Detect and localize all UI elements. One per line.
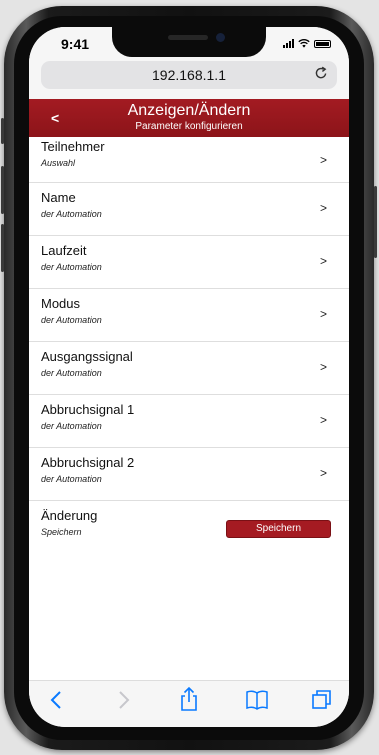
list-item-teilnehmer[interactable]: Teilnehmer Auswahl > [29, 137, 349, 183]
signal-icon [283, 39, 294, 48]
list-item-label: Änderung [41, 508, 98, 523]
mute-switch [1, 118, 4, 144]
chevron-right-icon: > [319, 466, 327, 480]
notch [112, 27, 266, 57]
list-item-laufzeit[interactable]: Laufzeit der Automation > [29, 236, 349, 289]
list-item-label: Teilnehmer [41, 139, 105, 154]
page-title: Anzeigen/Ändern [127, 102, 251, 119]
volume-down-button [1, 224, 4, 272]
list-item-sublabel: der Automation [41, 474, 102, 484]
list-item-sublabel: der Automation [41, 209, 102, 219]
chevron-right-icon: > [319, 254, 327, 268]
list-item-label: Ausgangssignal [41, 349, 133, 364]
url-field[interactable]: 192.168.1.1 [41, 61, 337, 89]
list-item-abbruchsignal-2[interactable]: Abbruchsignal 2 der Automation > [29, 448, 349, 501]
list-item-label: Abbruchsignal 1 [41, 402, 135, 417]
share-icon[interactable] [179, 686, 199, 712]
list-item-label: Laufzeit [41, 243, 87, 258]
list-item-sublabel: der Automation [41, 315, 102, 325]
list-item-sublabel: der Automation [41, 421, 102, 431]
back-arrow-icon[interactable] [49, 690, 63, 710]
url-text: 192.168.1.1 [152, 67, 226, 83]
chevron-right-icon: > [319, 413, 327, 427]
list-item-sublabel: Auswahl [41, 158, 76, 168]
browser-address-bar: 192.168.1.1 [29, 57, 349, 99]
save-button[interactable]: Speichern [226, 520, 331, 538]
phone-screen: 9:41 192.168.1.1 < Anzeigen/Ändern Param… [29, 27, 349, 727]
list-item-aenderung: Änderung Speichern Speichern [29, 501, 349, 554]
bookmarks-icon[interactable] [245, 689, 269, 711]
wifi-icon [298, 39, 310, 48]
forward-arrow-icon[interactable] [117, 690, 131, 710]
list-item-name[interactable]: Name der Automation > [29, 183, 349, 236]
page-subtitle: Parameter konfigurieren [135, 121, 243, 132]
chevron-right-icon: > [319, 360, 327, 374]
parameter-list: Teilnehmer Auswahl > Name der Automation… [29, 137, 349, 554]
app-header: < Anzeigen/Ändern Parameter konfiguriere… [29, 99, 349, 137]
list-item-ausgangssignal[interactable]: Ausgangssignal der Automation > [29, 342, 349, 395]
chevron-right-icon: > [319, 307, 327, 321]
chevron-right-icon: > [319, 153, 327, 167]
volume-up-button [1, 166, 4, 214]
list-item-label: Name [41, 190, 76, 205]
browser-toolbar [29, 680, 349, 727]
reload-icon[interactable] [313, 65, 329, 81]
list-item-label: Abbruchsignal 2 [41, 455, 135, 470]
list-item-sublabel: der Automation [41, 368, 102, 378]
chevron-right-icon: > [319, 201, 327, 215]
tabs-icon[interactable] [311, 688, 333, 710]
status-time: 9:41 [61, 36, 90, 52]
power-button [374, 186, 377, 258]
battery-icon [314, 39, 331, 48]
speaker-grille [168, 35, 208, 40]
list-item-modus[interactable]: Modus der Automation > [29, 289, 349, 342]
front-camera [216, 33, 225, 42]
list-item-abbruchsignal-1[interactable]: Abbruchsignal 1 der Automation > [29, 395, 349, 448]
list-item-sublabel: der Automation [41, 262, 102, 272]
status-icons [283, 39, 331, 48]
list-item-label: Modus [41, 296, 81, 311]
list-item-sublabel: Speichern [41, 527, 82, 537]
